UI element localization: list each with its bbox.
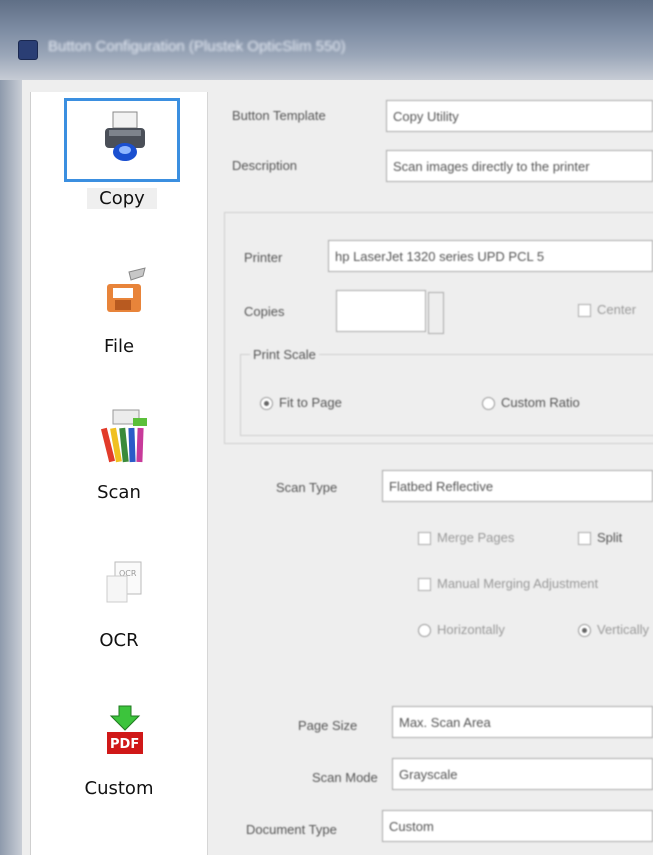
sidebar-item-label: Copy bbox=[87, 188, 157, 209]
app-icon bbox=[18, 40, 38, 60]
page-size-select[interactable]: Max. Scan Area bbox=[392, 706, 653, 738]
copies-label: Copies bbox=[244, 304, 285, 319]
printer-label: Printer bbox=[244, 250, 283, 265]
center-checkbox[interactable]: Center bbox=[578, 302, 636, 318]
sidebar-item-label: Custom bbox=[84, 778, 154, 799]
scan-mode-select[interactable]: Grayscale bbox=[392, 758, 653, 790]
sidebar-item-custom[interactable]: PDF Custom bbox=[31, 704, 207, 834]
split-checkbox[interactable]: Split bbox=[578, 530, 622, 546]
document-type-label: Document Type bbox=[246, 822, 337, 837]
scan-type-label: Scan Type bbox=[276, 480, 338, 495]
vertically-radio[interactable]: Vertically bbox=[578, 622, 649, 638]
printer-icon bbox=[105, 111, 145, 161]
sidebar-item-ocr[interactable]: OCR OCR bbox=[31, 556, 207, 686]
description-label: Description bbox=[232, 158, 298, 173]
copies-spinner[interactable] bbox=[428, 292, 444, 334]
sidebar-item-copy[interactable]: Copy bbox=[31, 94, 207, 224]
pdf-download-icon: PDF bbox=[107, 705, 143, 754]
sidebar-item-label: File bbox=[103, 336, 135, 357]
horizontally-radio[interactable]: Horizontally bbox=[418, 622, 505, 638]
fit-to-page-radio[interactable]: Fit to Page bbox=[260, 395, 342, 411]
merge-pages-checkbox[interactable]: Merge Pages bbox=[418, 530, 514, 546]
folder-save-icon bbox=[107, 267, 146, 312]
button-template-label: Button Template bbox=[232, 108, 326, 123]
scan-crayons-icon bbox=[100, 409, 147, 463]
sidebar-item-scan[interactable]: Scan bbox=[31, 408, 207, 538]
sidebar-item-label: OCR bbox=[99, 630, 139, 651]
print-scale-label: Print Scale bbox=[250, 347, 319, 362]
manual-merging-checkbox[interactable]: Manual Merging Adjustment bbox=[418, 576, 598, 592]
sidebar-item-label: Scan bbox=[97, 482, 141, 503]
window-title: Button Configuration (Plustek OpticSlim … bbox=[48, 38, 346, 55]
ocr-document-icon: OCR bbox=[106, 561, 142, 603]
title-bar: Button Configuration (Plustek OpticSlim … bbox=[0, 0, 653, 80]
scan-type-select[interactable]: Flatbed Reflective bbox=[382, 470, 653, 502]
configuration-panel: Button Template Copy Utility Description… bbox=[206, 92, 653, 855]
button-template-field[interactable]: Copy Utility bbox=[386, 100, 653, 132]
description-field[interactable]: Scan images directly to the printer bbox=[386, 150, 653, 182]
button-sidebar: Copy File Scan OCR OCR PDF Custom bbox=[30, 92, 208, 855]
page-size-label: Page Size bbox=[298, 718, 358, 733]
scan-mode-label: Scan Mode bbox=[312, 770, 378, 785]
copies-input[interactable] bbox=[336, 290, 426, 332]
document-type-select[interactable]: Custom bbox=[382, 810, 653, 842]
printer-select[interactable]: hp LaserJet 1320 series UPD PCL 5 bbox=[328, 240, 653, 272]
custom-ratio-radio[interactable]: Custom Ratio bbox=[482, 395, 580, 411]
sidebar-item-file[interactable]: File bbox=[31, 262, 207, 392]
svg-text:PDF: PDF bbox=[110, 737, 139, 752]
window-left-edge bbox=[0, 80, 22, 855]
